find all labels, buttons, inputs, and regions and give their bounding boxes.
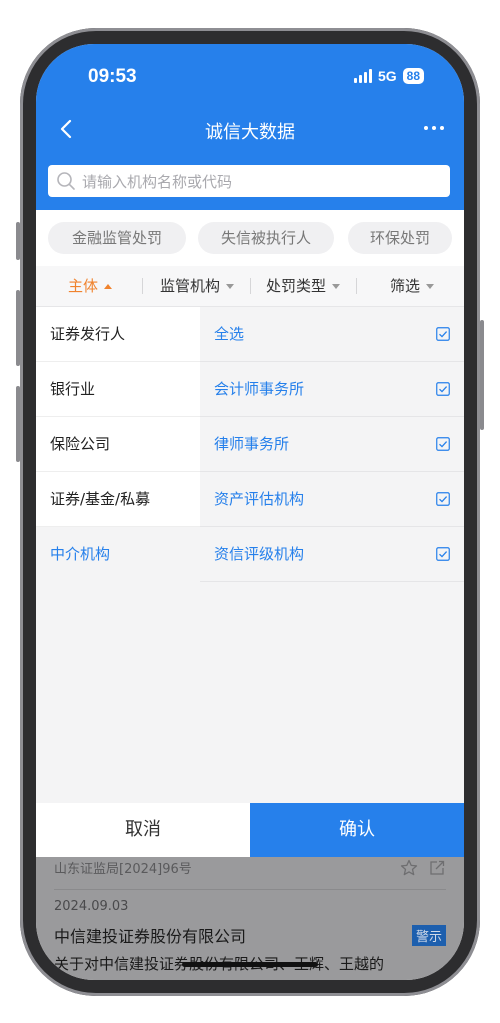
divider [54, 889, 446, 890]
status-time: 09:53 [88, 66, 137, 87]
option-credit-rating[interactable]: 资信评级机构 [200, 527, 464, 582]
chip-environmental-penalty[interactable]: 环保处罚 [348, 222, 452, 254]
option-label: 会计师事务所 [214, 380, 305, 398]
category-item-securities-funds[interactable]: 证券/基金/私募 [36, 472, 200, 527]
filter-bar: 主体 监管机构 处罚类型 筛选 [36, 266, 464, 307]
confirm-button[interactable]: 确认 [250, 803, 464, 857]
chip-financial-penalty[interactable]: 金融监管处罚 [48, 222, 186, 254]
filter-tab-subject[interactable]: 主体 [68, 266, 113, 306]
header: 09:53 5G 88 诚信大数据 请输入机构名称或代码 [36, 44, 464, 210]
category-item-insurance[interactable]: 保险公司 [36, 417, 200, 472]
caret-down-icon [426, 283, 435, 289]
divider [142, 278, 143, 294]
filter-panel: 证券发行人 银行业 保险公司 证券/基金/私募 中介机构 全选 会计师事务所 律… [36, 307, 464, 803]
option-label: 资产评估机构 [214, 490, 305, 508]
filter-tab-regulator[interactable]: 监管机构 [160, 266, 235, 306]
network-type: 5G [377, 68, 397, 84]
page-title: 诚信大数据 [205, 122, 295, 143]
filter-tab-label: 处罚类型 [266, 277, 327, 295]
home-indicator[interactable] [182, 962, 318, 967]
divider [250, 278, 251, 294]
status-badge: 警示 [411, 925, 446, 946]
star-icon[interactable] [400, 859, 418, 877]
option-label: 律师事务所 [214, 435, 290, 453]
more-horizontal-icon[interactable] [424, 126, 444, 130]
checkbox-checked-icon[interactable] [436, 327, 450, 341]
cancel-button[interactable]: 取消 [36, 803, 250, 857]
record-date: 2024.09.03 [54, 899, 129, 914]
category-item-intermediary[interactable]: 中介机构 [36, 527, 200, 581]
document-number: 山东证监局[2024]96号 [54, 862, 192, 877]
checkbox-checked-icon[interactable] [436, 547, 450, 561]
divider [356, 278, 357, 294]
filter-tab-label: 监管机构 [160, 277, 221, 295]
signal-icon [353, 69, 372, 83]
category-chips: 金融监管处罚 失信被执行人 环保处罚 [36, 210, 464, 266]
search-icon [57, 172, 75, 190]
category-list: 证券发行人 银行业 保险公司 证券/基金/私募 中介机构 [36, 307, 200, 803]
screen: 09:53 5G 88 诚信大数据 请输入机构名称或代码 金融监管处罚 失信被执… [36, 44, 464, 980]
status-indicators: 5G 88 [353, 68, 424, 84]
option-law-firm[interactable]: 律师事务所 [200, 417, 464, 472]
battery-icon: 88 [402, 68, 424, 84]
option-select-all[interactable]: 全选 [200, 307, 464, 362]
record-company[interactable]: 中信建投证券股份有限公司 [54, 923, 246, 947]
mute-switch [16, 222, 20, 260]
option-label: 资信评级机构 [214, 545, 305, 563]
chip-dishonest-debtor[interactable]: 失信被执行人 [198, 222, 334, 254]
category-item-issuer[interactable]: 证券发行人 [36, 307, 200, 362]
filter-tab-label: 筛选 [390, 277, 421, 295]
option-label: 全选 [214, 325, 245, 343]
power-button [480, 320, 484, 430]
caret-down-icon [332, 283, 341, 289]
filter-tab-filter[interactable]: 筛选 [390, 266, 435, 306]
volume-down-button [16, 386, 20, 462]
checkbox-checked-icon[interactable] [436, 437, 450, 451]
category-item-banking[interactable]: 银行业 [36, 362, 200, 417]
checkbox-checked-icon[interactable] [436, 492, 450, 506]
filter-tab-label: 主体 [68, 277, 99, 295]
option-accounting-firm[interactable]: 会计师事务所 [200, 362, 464, 417]
search-placeholder: 请输入机构名称或代码 [82, 172, 233, 191]
share-icon[interactable] [428, 859, 446, 877]
caret-up-icon [104, 283, 113, 289]
checkbox-checked-icon[interactable] [436, 382, 450, 396]
option-asset-appraisal[interactable]: 资产评估机构 [200, 472, 464, 527]
option-list: 全选 会计师事务所 律师事务所 资产评估机构 资信评级机构 [200, 307, 464, 803]
caret-down-icon [226, 283, 235, 289]
search-input[interactable]: 请输入机构名称或代码 [48, 165, 450, 197]
volume-up-button [16, 290, 20, 366]
filter-tab-penalty-type[interactable]: 处罚类型 [266, 266, 341, 306]
